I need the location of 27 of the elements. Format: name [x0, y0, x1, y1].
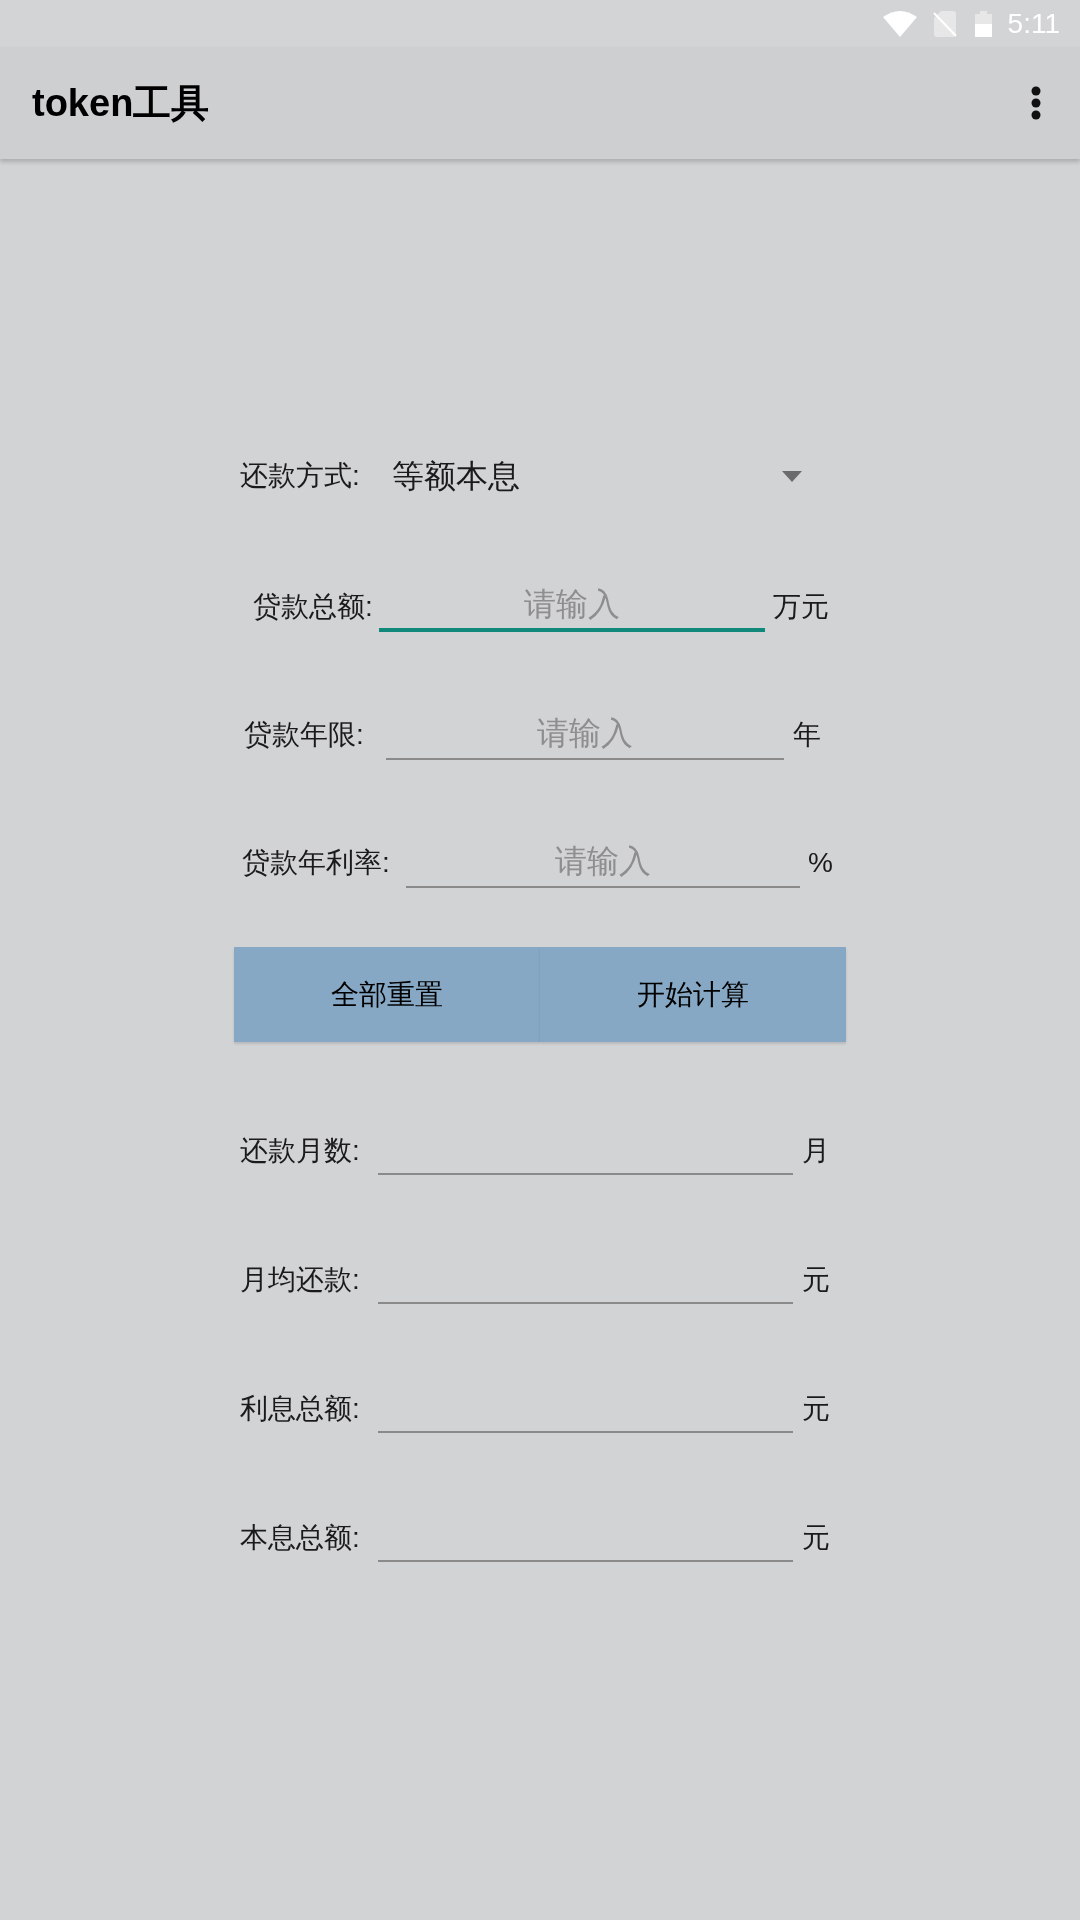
- input-field[interactable]: 请输入: [386, 704, 784, 760]
- input-field[interactable]: 请输入: [379, 576, 765, 632]
- caret-icon: [782, 470, 802, 482]
- no-sim-icon: [932, 10, 957, 37]
- result-label: 本息总额:: [240, 1522, 360, 1553]
- unit-label: %: [808, 846, 833, 880]
- unit-label: 月: [802, 1134, 830, 1168]
- unit-label: 元: [802, 1263, 830, 1297]
- field-label: 贷款年限:: [244, 719, 364, 750]
- repayment-method-dropdown[interactable]: 等额本息: [380, 448, 826, 504]
- unit-label: 元: [802, 1392, 830, 1426]
- result-label: 利息总额:: [240, 1393, 360, 1424]
- input-field[interactable]: 请输入: [406, 832, 800, 888]
- result-label: 还款月数:: [240, 1135, 360, 1166]
- action-button[interactable]: 开始计算: [540, 947, 846, 1042]
- battery-icon: [974, 10, 992, 37]
- result-label: 月均还款:: [240, 1264, 360, 1295]
- action-button[interactable]: 全部重置: [234, 947, 540, 1042]
- overflow-menu-icon[interactable]: [1031, 86, 1041, 120]
- unit-label: 元: [802, 1521, 830, 1555]
- field-label: 还款方式:: [240, 460, 360, 491]
- unit-label: 万元: [773, 590, 829, 624]
- wifi-icon: [882, 10, 917, 37]
- unit-label: 年: [793, 718, 821, 752]
- field-label: 贷款年利率:: [242, 847, 390, 878]
- field-label: 贷款总额:: [253, 591, 373, 622]
- app-title: token工具: [32, 84, 210, 122]
